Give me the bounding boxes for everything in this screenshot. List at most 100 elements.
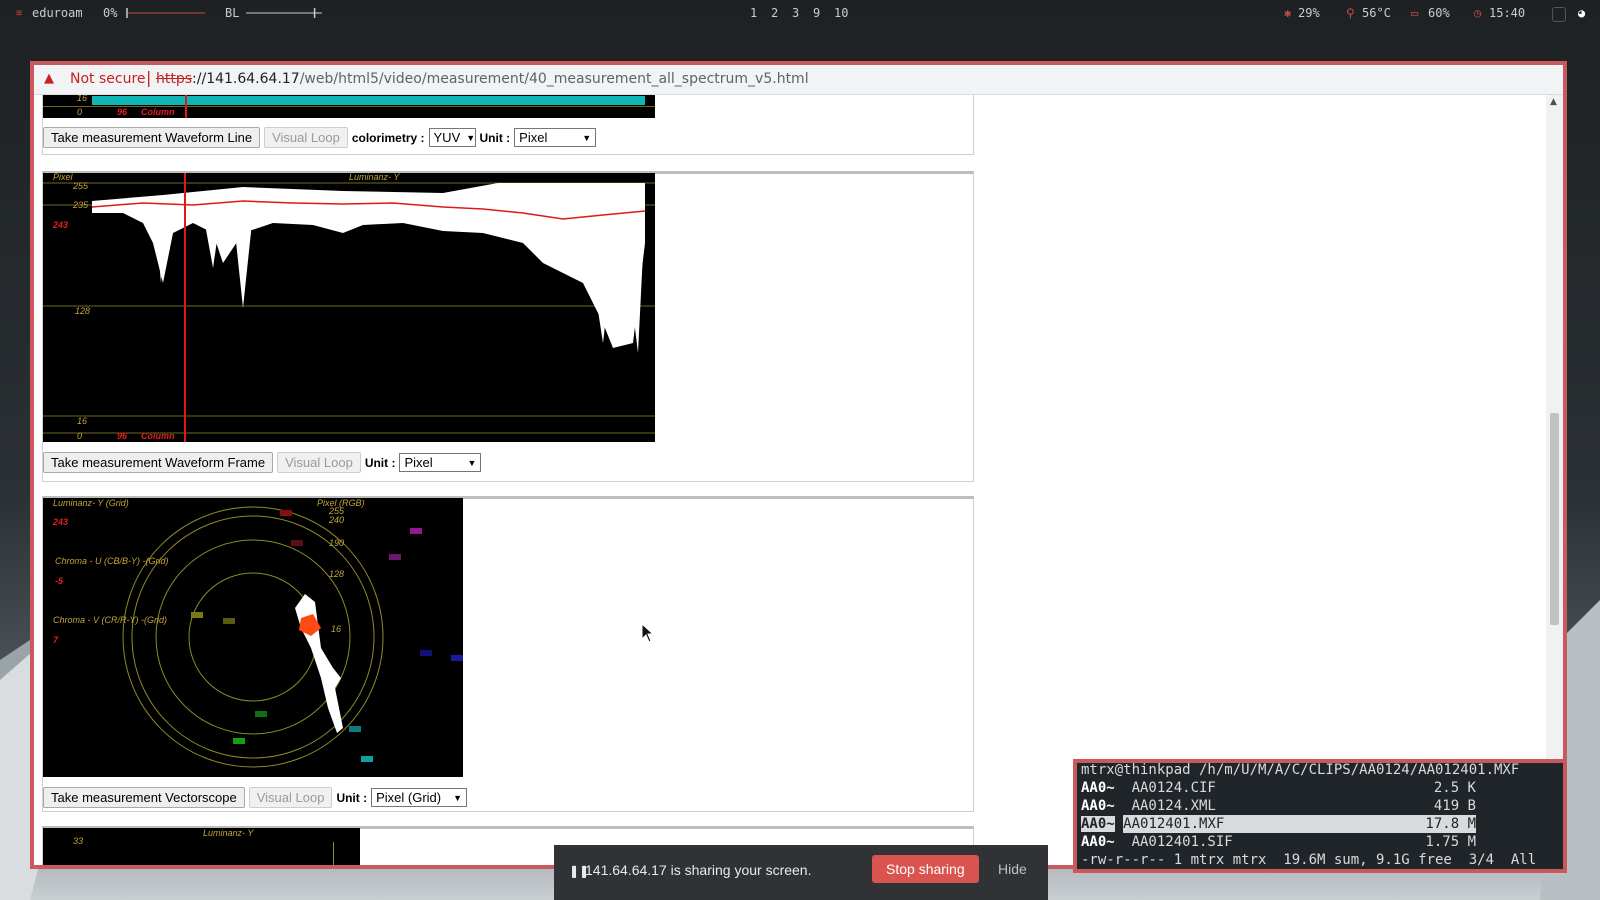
terminal-window[interactable]: mtrx@thinkpad /h/m/U/M/A/C/CLIPS/AA0124/… <box>1073 759 1567 873</box>
hide-button[interactable]: Hide <box>998 861 1027 877</box>
sharing-message: 141.64.64.17 is sharing your screen. <box>585 862 812 878</box>
column-label: Column <box>141 107 175 117</box>
file-name: AA0124.CIF <box>1131 780 1216 796</box>
axis-label-16: 16 <box>77 416 88 426</box>
ring-label-190: 190 <box>329 538 345 548</box>
luminance-label: Luminanz- Y <box>203 828 254 838</box>
workspace-2[interactable]: 2 <box>771 6 778 20</box>
volume-value: 0% <box>103 6 118 20</box>
vectorscope-scope: Luminanz- Y (Grid) 243 Pixel (RGB) Chrom… <box>43 498 463 777</box>
chroma-v-label: Chroma - V (CR/R-Y) -(Grid) <box>53 615 167 625</box>
waveform-line-trace <box>92 96 645 105</box>
ring-label-16: 16 <box>331 624 342 634</box>
colorimetry-select[interactable]: YUV ▼ <box>428 128 476 147</box>
unit-select[interactable]: Pixel (Grid) ▼ <box>371 788 468 807</box>
url-path: /web/html5/video/measurement/40_measurem… <box>299 71 809 87</box>
vectorscope-panel: Luminanz- Y (Grid) 243 Pixel (RGB) Chrom… <box>42 496 974 812</box>
take-waveform-line-button[interactable]: Take measurement Waveform Line <box>43 127 261 148</box>
file-row[interactable]: AA0~ AA0124.XML <box>1081 797 1216 815</box>
waveform-line-scope: 16 0 96 Column <box>43 95 655 118</box>
file-tag: AA0~ <box>1081 798 1115 814</box>
file-tag: AA0~ <box>1081 834 1115 850</box>
axis-label-0: 0 <box>77 431 83 441</box>
chroma-u-label: Chroma - U (CB/B-Y) -(Grid) <box>55 556 169 566</box>
workspace-9[interactable]: 9 <box>813 6 820 20</box>
page-scrollbar[interactable]: ▲ <box>1546 95 1563 865</box>
mouse-cursor-icon <box>641 623 655 643</box>
file-tag: AA0~ <box>1081 816 1115 832</box>
colorimetry-value: YUV <box>433 130 461 145</box>
wifi-name: eduroam <box>32 6 83 20</box>
cpu-value: 29% <box>1298 6 1320 20</box>
axis-label-128: 128 <box>75 306 91 316</box>
terminal-status: -rw-r--r-- 1 mtrx mtrx 19.6M sum, 9.1G f… <box>1081 852 1537 868</box>
visual-loop-button[interactable]: Visual Loop <box>248 787 333 808</box>
workspace-1[interactable]: 1 <box>750 6 757 20</box>
screen-sharing-bar: ❚❚ 141.64.64.17 is sharing your screen. … <box>554 845 1048 900</box>
stop-sharing-button[interactable]: Stop sharing <box>872 855 979 883</box>
waveform-frame-graph <box>43 173 655 442</box>
file-size: 419 B <box>1433 798 1476 814</box>
waveform-line-panel: 16 0 96 Column Take measurement Waveform… <box>42 95 974 155</box>
dropdown-arrow-icon: ▼ <box>582 132 592 143</box>
axis-label-16: 16 <box>77 95 88 103</box>
clock-icon: ◷ <box>1474 6 1482 20</box>
divider: | <box>146 68 152 87</box>
scrollbar-thumb[interactable] <box>1550 413 1559 625</box>
file-row[interactable]: AA0~ AA012401.SIF <box>1081 833 1233 851</box>
file-row[interactable]: AA0~ AA0124.CIF <box>1081 779 1216 797</box>
file-row-selected[interactable]: AA0~ AA012401.MXF <box>1081 815 1476 833</box>
browser-window: ▲ Not secure | https://141.64.64.17/web/… <box>30 61 1567 869</box>
dropdown-arrow-icon: ▼ <box>467 457 477 468</box>
battery-value: 60% <box>1428 6 1450 20</box>
column-marker <box>185 95 187 118</box>
luminance-grid-label: Luminanz- Y (Grid) <box>53 498 129 508</box>
address-bar[interactable]: ▲ Not secure | https://141.64.64.17/web/… <box>34 65 1563 95</box>
unit-label: Unit : <box>364 455 396 470</box>
vectorscope-graph <box>122 506 463 768</box>
discord-icon[interactable]: ◕ <box>1578 6 1585 20</box>
pixel-label: Pixel <box>53 173 73 182</box>
unit-value: Pixel <box>519 130 548 145</box>
waveform-frame-scope: Pixel Luminanz- Y 255 235 243 128 16 0 9… <box>43 173 655 442</box>
thermometer-icon: ⚲ <box>1346 6 1355 20</box>
unit-select[interactable]: Pixel ▼ <box>399 453 482 472</box>
unit-value: Pixel <box>404 455 433 470</box>
file-name: AA0124.XML <box>1131 798 1216 814</box>
workspace-10[interactable]: 10 <box>834 6 848 20</box>
take-waveform-frame-button[interactable]: Take measurement Waveform Frame <box>43 452 274 473</box>
vectorscope-controls: Take measurement Vectorscope Visual Loop… <box>43 787 468 808</box>
volume-slider[interactable] <box>125 6 207 20</box>
url-host: ://141.64.64.17 <box>192 71 300 87</box>
grid-line <box>333 842 334 865</box>
workspace-3[interactable]: 3 <box>792 6 799 20</box>
ring-label-240: 240 <box>329 515 345 525</box>
visual-loop-button[interactable]: Visual Loop <box>264 127 348 148</box>
grid-line <box>43 106 655 107</box>
unit-select[interactable]: Pixel ▼ <box>514 128 597 147</box>
waveform-frame-controls: Take measurement Waveform Frame Visual L… <box>43 452 482 473</box>
brightness-slider[interactable] <box>246 6 326 20</box>
waveform-frame-panel: Pixel Luminanz- Y 255 235 243 128 16 0 9… <box>42 171 974 482</box>
terminal-path: mtrx@thinkpad /h/m/U/M/A/C/CLIPS/AA0124/… <box>1081 762 1520 778</box>
scroll-up-arrow-icon[interactable]: ▲ <box>1550 97 1557 107</box>
unit-label: Unit : <box>336 790 368 805</box>
temperature-value: 56°C <box>1362 6 1391 20</box>
file-name: AA012401.SIF <box>1131 834 1233 850</box>
column-label: Column <box>141 431 175 441</box>
file-size: 2.5 K <box>1433 780 1476 796</box>
take-vectorscope-button[interactable]: Take measurement Vectorscope <box>43 787 245 808</box>
battery-icon: ▭ <box>1411 6 1419 20</box>
visual-loop-button[interactable]: Visual Loop <box>277 452 361 473</box>
dropdown-arrow-icon: ▼ <box>466 132 476 143</box>
file-size: 17.8 M <box>1422 815 1476 833</box>
column-value: 96 <box>117 431 128 441</box>
url-text[interactable]: https://141.64.64.17/web/html5/video/mea… <box>156 71 809 87</box>
axis-label-0: 0 <box>77 107 83 117</box>
tray-icon[interactable] <box>1552 7 1566 22</box>
brightness-label: BL <box>225 6 240 20</box>
status-bar: ≋ eduroam 0% BL 1 2 3 9 10 ✱ 29% ⚲ 56°C … <box>0 0 1600 28</box>
luminance-label: Luminanz- Y <box>349 173 400 182</box>
chroma-u-value: -5 <box>55 576 64 586</box>
security-label[interactable]: Not secure <box>70 71 146 87</box>
